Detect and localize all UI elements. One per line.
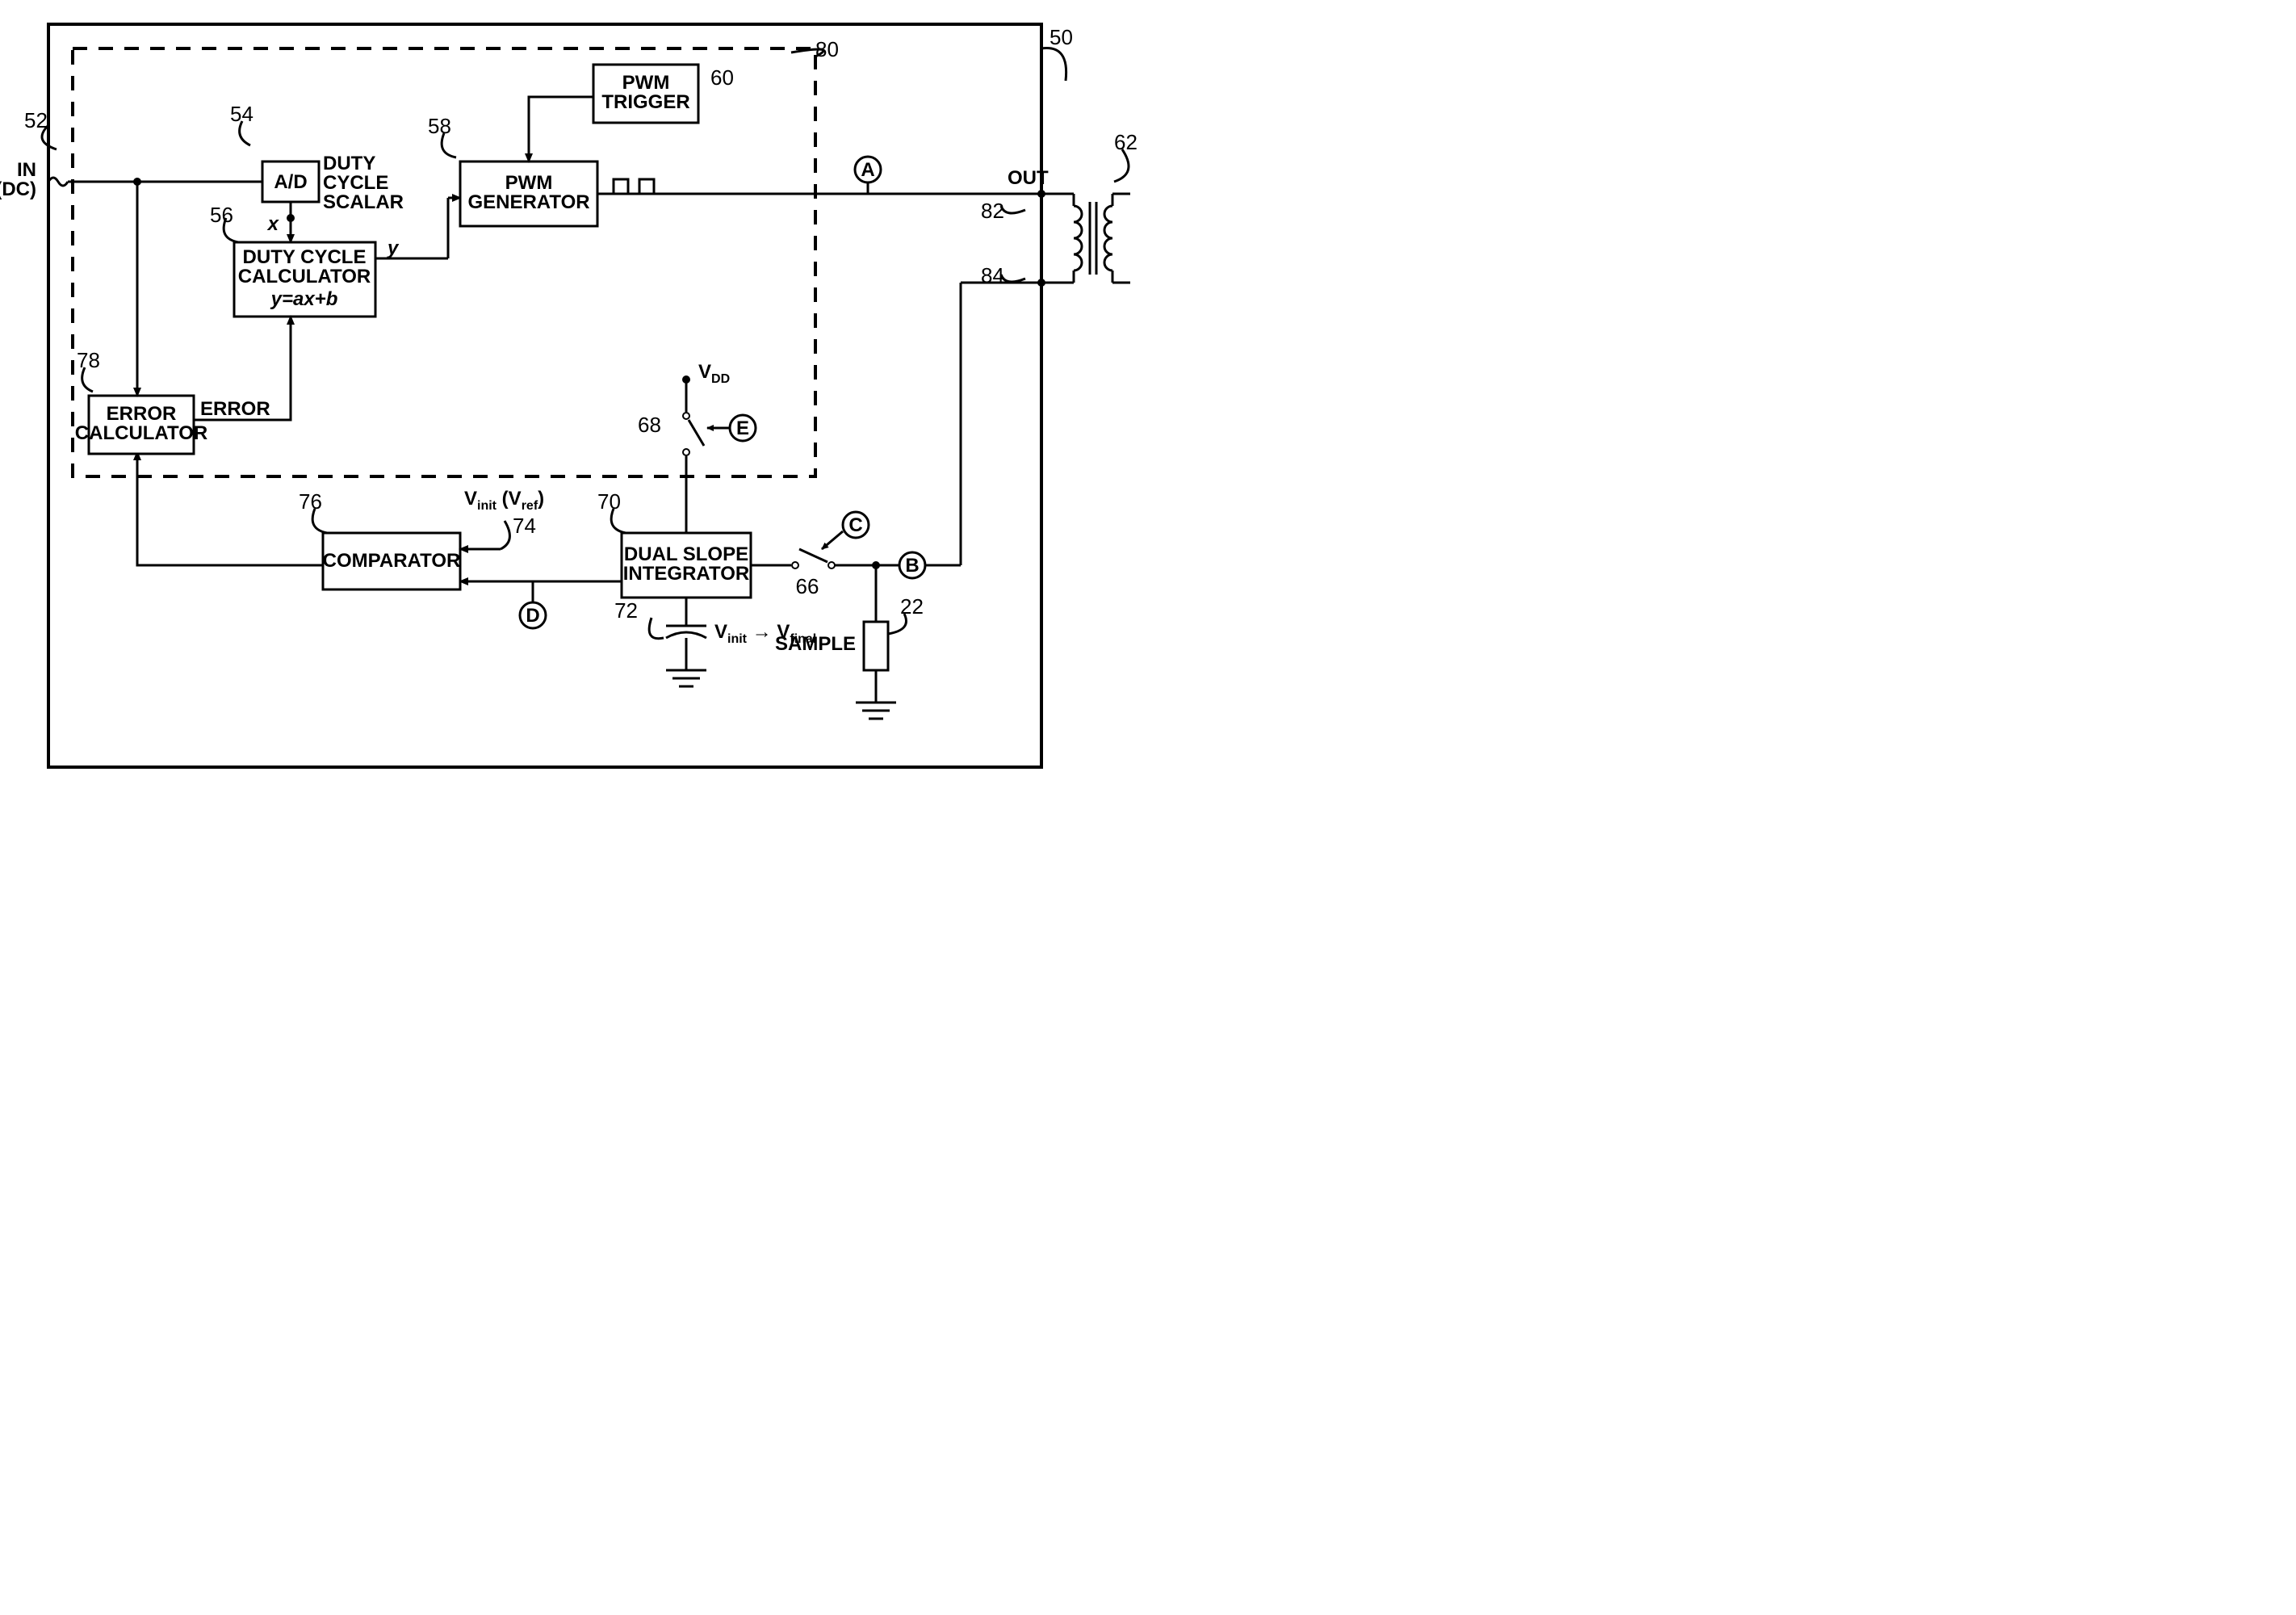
in-label-l1: IN	[17, 159, 36, 181]
dcc-l2: CALCULATOR	[238, 266, 371, 287]
node-e-label: E	[736, 417, 749, 439]
dcc-eq: y=ax+b	[270, 288, 338, 310]
outer-box	[48, 24, 1041, 767]
ref-66: 66	[796, 574, 819, 598]
ref-56: 56	[210, 203, 233, 227]
dsi-l2: INTEGRATOR	[623, 563, 749, 585]
ref-72: 72	[614, 598, 638, 623]
ref-54: 54	[230, 102, 253, 126]
vinit-final-label: Vinit → Vfinal	[714, 621, 816, 646]
x-label: x	[266, 213, 280, 235]
pulse-icon	[614, 179, 665, 194]
pwmtrig-l2: TRIGGER	[601, 91, 689, 113]
ref-68: 68	[638, 413, 661, 437]
ref-80: 80	[815, 37, 839, 61]
ref-74: 74	[513, 514, 536, 538]
scalar-l3: SCALAR	[323, 191, 404, 213]
error-label: ERROR	[200, 398, 270, 420]
scalar-l1: DUTY	[323, 153, 375, 174]
ref-58: 58	[428, 114, 451, 138]
wire-trig-gen	[529, 97, 593, 162]
ref-52: 52	[24, 108, 48, 132]
dsi-l1: DUAL SLOPE	[624, 543, 748, 565]
node-d-label: D	[526, 605, 539, 627]
ad-label: A/D	[274, 171, 307, 193]
out-label: OUT	[1008, 167, 1049, 189]
y-label: y	[387, 237, 400, 259]
node-a-label: A	[861, 159, 874, 181]
ref-22: 22	[900, 594, 924, 619]
vinit-vref-label: Vinit (Vref)	[464, 488, 544, 513]
wire-comp-err	[137, 452, 323, 565]
ref-82: 82	[981, 199, 1004, 223]
comparator-label: COMPARATOR	[323, 550, 461, 572]
node-b-label: B	[905, 555, 919, 577]
node-c-label: C	[848, 514, 862, 536]
dcc-l1: DUTY CYCLE	[243, 246, 367, 268]
ref-76: 76	[299, 489, 322, 514]
sample-resistor	[864, 622, 888, 670]
ref-78: 78	[77, 348, 100, 372]
errcalc-l1: ERROR	[107, 403, 177, 425]
ref-70: 70	[597, 489, 621, 514]
errcalc-l2: CALCULATOR	[75, 422, 207, 444]
ref-62: 62	[1114, 130, 1138, 154]
pwmtrig-l1: PWM	[622, 72, 670, 94]
in-label-l2: (DC)	[0, 178, 36, 200]
ref-50: 50	[1050, 25, 1073, 49]
pwmgen-l1: PWM	[505, 172, 553, 194]
ref-60: 60	[710, 65, 734, 90]
scalar-l2: CYCLE	[323, 172, 388, 194]
pwmgen-l2: GENERATOR	[467, 191, 589, 213]
transformer-icon	[1041, 194, 1130, 283]
circuit-diagram: 50 80 IN (DC) 52 A/D 54 DUTY CYCLE SCALA…	[0, 0, 1148, 808]
vdd-label: VDD	[698, 361, 730, 386]
